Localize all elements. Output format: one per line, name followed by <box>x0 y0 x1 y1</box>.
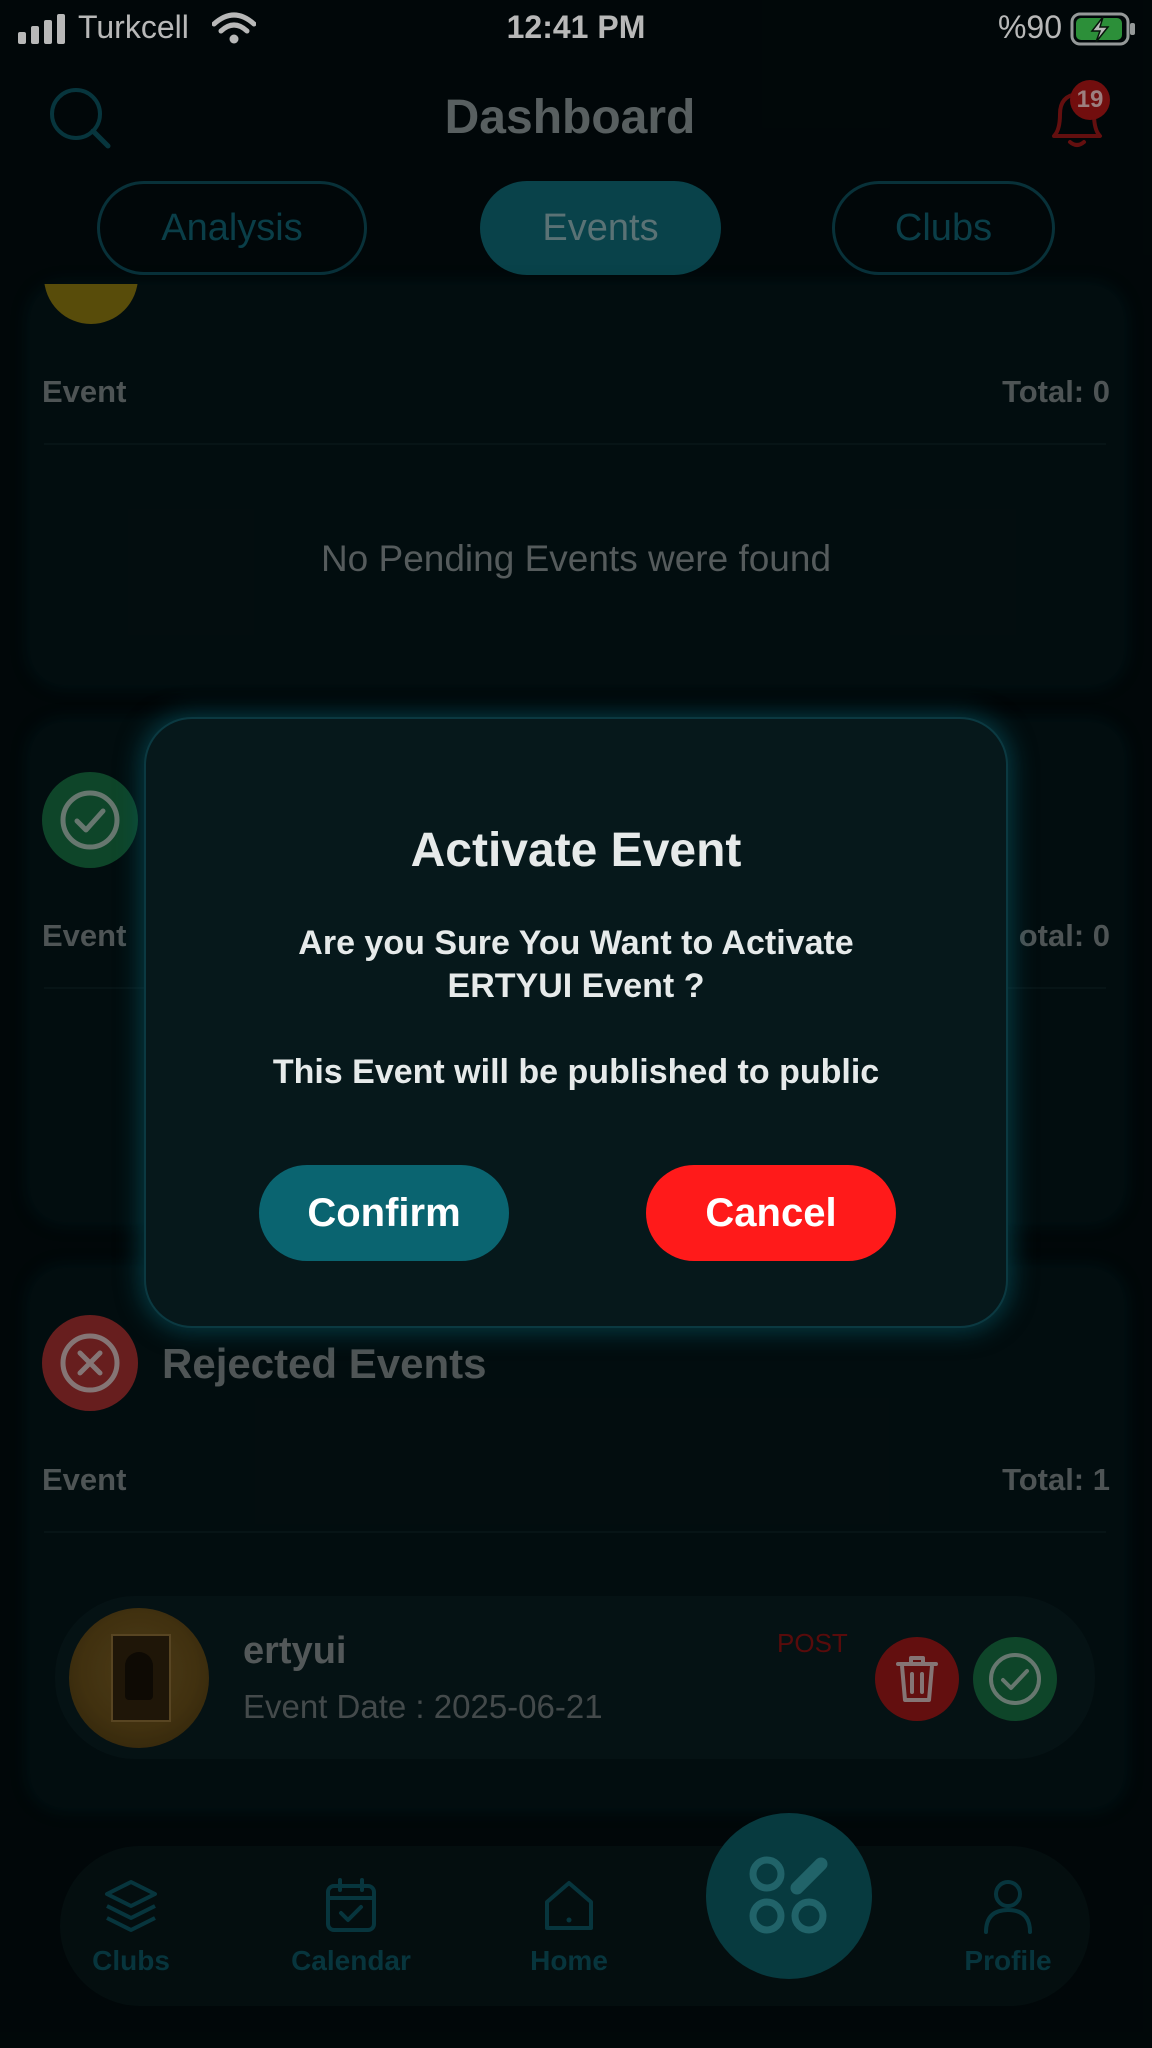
confirm-button[interactable]: Confirm <box>259 1165 509 1261</box>
cancel-button[interactable]: Cancel <box>646 1165 896 1261</box>
dialog-note: This Event will be published to public <box>272 1053 880 1091</box>
dialog-title: Activate Event <box>410 824 742 877</box>
dialog-question-line1: Are you Sure You Want to Activate <box>298 924 854 962</box>
dialog-question-line2: ERTYUI Event ? <box>447 967 705 1005</box>
activate-event-dialog: Activate Event Are you Sure You Want to … <box>144 717 1008 1328</box>
